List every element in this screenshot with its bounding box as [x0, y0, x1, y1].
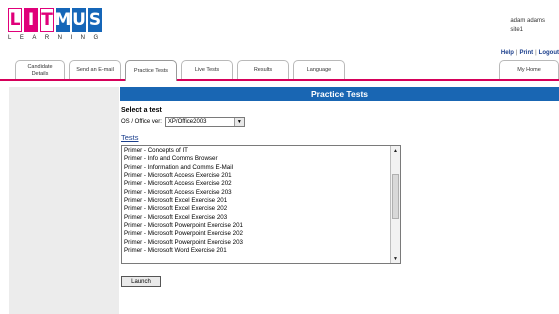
logo-letter: S	[88, 8, 102, 32]
logo-letter: U	[72, 8, 86, 32]
tests-listbox[interactable]: Primer - Concepts of IT Primer - Info an…	[121, 145, 401, 264]
list-item[interactable]: Primer - Microsoft Access Exercise 201	[124, 172, 398, 180]
tests-link[interactable]: Tests	[121, 133, 559, 142]
scroll-down-icon[interactable]: ▼	[391, 254, 400, 263]
list-item[interactable]: Primer - Microsoft Access Exercise 202	[124, 180, 398, 188]
os-label: OS / Office ver:	[121, 119, 162, 125]
tab-my-home[interactable]: My Home	[499, 60, 559, 80]
tab-practice-tests[interactable]: Practice Tests	[125, 60, 177, 81]
section-header: Practice Tests	[120, 87, 559, 101]
list-item[interactable]: Primer - Microsoft Excel Exercise 203	[124, 214, 398, 222]
logo-tagline: LEARNING	[8, 35, 107, 41]
os-row: OS / Office ver: XP/Office2003 ▼	[121, 117, 559, 127]
tab-send-email[interactable]: Send an E-mail	[69, 60, 121, 80]
list-item[interactable]: Primer - Concepts of IT	[124, 147, 398, 155]
print-link[interactable]: Print	[519, 50, 533, 56]
nav-tabs: Candidate Details Send an E-mail Practice…	[0, 60, 559, 81]
logo-letters: L I T M U S	[8, 8, 120, 32]
tab-label: Send an E-mail	[76, 67, 114, 74]
user-name: adam adams	[510, 18, 545, 24]
tab-label: Candidate	[27, 64, 53, 70]
list-item[interactable]: Primer - Microsoft Powerpoint Exercise 2…	[124, 239, 398, 247]
tab-label: Results	[253, 67, 273, 74]
tab-candidate-details[interactable]: Candidate Details	[15, 60, 65, 80]
tab-results[interactable]: Results	[237, 60, 289, 80]
tab-label: Live Tests	[194, 67, 220, 74]
list-item[interactable]: Primer - Microsoft Powerpoint Exercise 2…	[124, 230, 398, 238]
tab-live-tests[interactable]: Live Tests	[181, 60, 233, 80]
logo-letter: L	[8, 8, 22, 32]
list-item[interactable]: Primer - Information and Comms E-Mail	[124, 164, 398, 172]
user-site: site1	[510, 27, 523, 33]
help-link[interactable]: Help	[501, 50, 514, 56]
os-version-select[interactable]: XP/Office2003 ▼	[164, 117, 245, 127]
tab-language[interactable]: Language	[293, 60, 345, 80]
tests-list: Primer - Concepts of IT Primer - Info an…	[122, 146, 400, 256]
logo-letter: T	[40, 8, 54, 32]
list-item[interactable]: Primer - Microsoft Powerpoint Exercise 2…	[124, 222, 398, 230]
listbox-scrollbar[interactable]: ▲ ▼	[390, 146, 400, 263]
select-test-heading: Select a test	[121, 107, 162, 114]
main-content: Practice Tests Select a test OS / Office…	[120, 87, 559, 314]
logo-letter: I	[24, 8, 38, 32]
logo-letter: M	[54, 8, 72, 32]
top-links: Help | Print | Logout	[501, 50, 559, 56]
tab-label: Practice Tests	[133, 67, 169, 74]
list-item[interactable]: Primer - Microsoft Excel Exercise 201	[124, 197, 398, 205]
tab-label: Language	[306, 67, 332, 74]
list-item[interactable]: Primer - Microsoft Word Exercise 201	[124, 247, 398, 255]
user-info: adam adams site1	[510, 17, 545, 35]
tab-underline	[0, 79, 559, 81]
list-item[interactable]: Primer - Microsoft Access Exercise 203	[124, 189, 398, 197]
list-item[interactable]: Primer - Info and Comms Browser	[124, 155, 398, 163]
tab-label: My Home	[517, 67, 541, 74]
chevron-down-icon[interactable]: ▼	[233, 118, 244, 126]
left-sidebar	[9, 87, 119, 314]
scroll-thumb[interactable]	[392, 174, 399, 219]
launch-button[interactable]: Launch	[121, 276, 161, 287]
tab-label: Details	[31, 70, 49, 77]
list-item[interactable]: Primer - Microsoft Excel Exercise 202	[124, 205, 398, 213]
scroll-up-icon[interactable]: ▲	[391, 146, 400, 155]
litmus-logo: L I T M U S LEARNING	[8, 8, 120, 44]
logout-link[interactable]: Logout	[539, 50, 559, 56]
os-version-value: XP/Office2003	[167, 119, 207, 125]
